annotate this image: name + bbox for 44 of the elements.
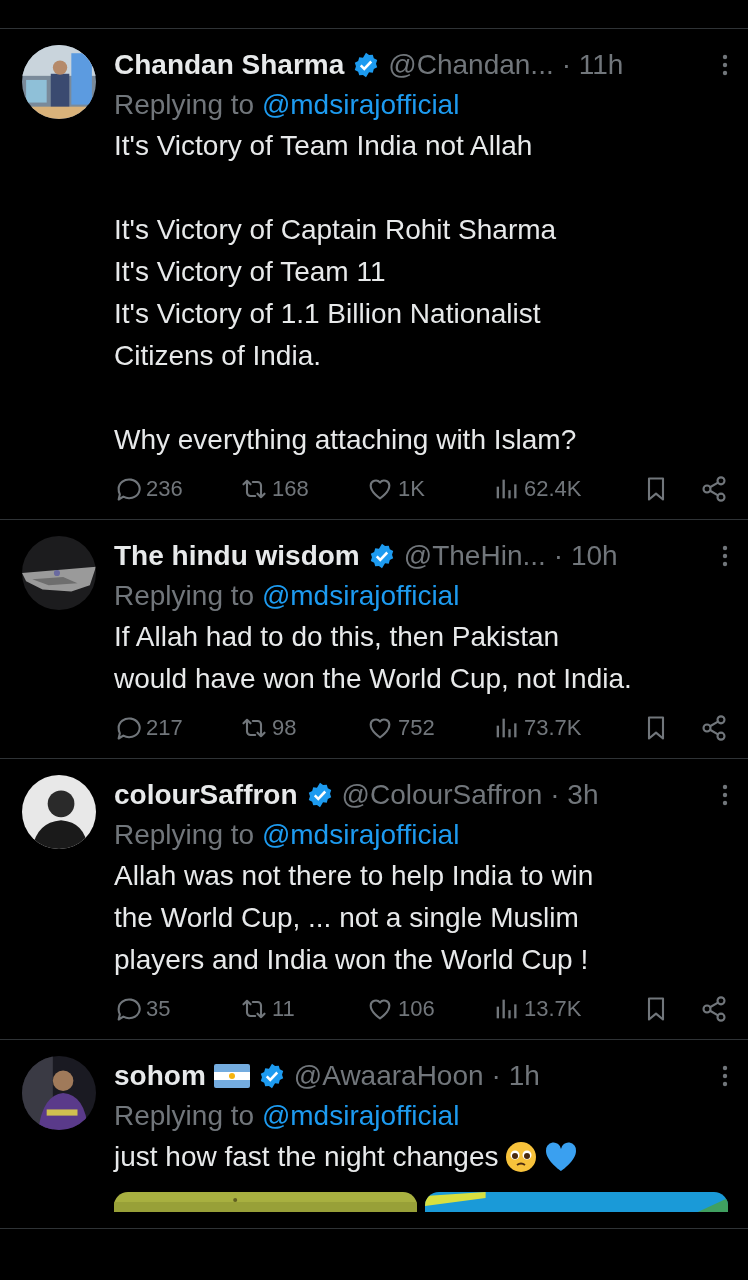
heart-icon: [544, 1140, 579, 1174]
timestamp: · 3h: [550, 779, 599, 811]
timestamp: · 1h: [491, 1060, 540, 1092]
user-handle[interactable]: @ColourSaffron: [341, 779, 543, 811]
mention-link[interactable]: @mdsirajofficial: [261, 89, 460, 120]
user-handle[interactable]: @Chandan...: [388, 49, 554, 81]
like-count: 1K: [398, 476, 425, 502]
reply-text: It's Victory of Team India not Allah It's Victory of Captain Rohit Sharma It's Victory of Team 11 It's Victory of 1.1 Billion Nationalist Citizens of India. Why everything attaching with Islam?: [114, 129, 577, 457]
share-icon[interactable]: [700, 714, 728, 742]
reply-text: Allah was not there to help India to win the World Cup, ... not a single Muslim players and India won the World Cup !: [114, 859, 594, 977]
like-count: 752: [398, 715, 435, 741]
mention-link[interactable]: @mdsirajofficial: [261, 580, 460, 611]
share-icon[interactable]: [700, 475, 728, 503]
reply-count: 35: [146, 996, 171, 1022]
timestamp: · 10h: [553, 540, 618, 572]
view-count: 13.7K: [524, 996, 582, 1022]
share-icon[interactable]: [700, 995, 728, 1023]
author-name[interactable]: Chandan Sharma: [114, 49, 345, 81]
view-count: 73.7K: [524, 715, 582, 741]
repost-count: 98: [272, 715, 297, 741]
mention-link[interactable]: @mdsirajofficial: [261, 819, 460, 850]
author-name[interactable]: sohom: [114, 1060, 206, 1092]
reply-count: 236: [146, 476, 183, 502]
author-name[interactable]: The hindu wisdom: [114, 540, 360, 572]
replying-label: Replying to: [114, 580, 255, 611]
more-options-icon[interactable]: [722, 1064, 728, 1088]
repost-count: 11: [272, 996, 295, 1022]
user-handle[interactable]: @TheHin...: [403, 540, 546, 572]
replying-label: Replying to: [114, 1100, 255, 1131]
more-options-icon[interactable]: [722, 783, 728, 807]
repost-count: 168: [272, 476, 309, 502]
user-handle[interactable]: @AwaaraHoon: [293, 1060, 484, 1092]
replying-label: Replying to: [114, 819, 255, 850]
like-count: 106: [398, 996, 435, 1022]
reply-count: 217: [146, 715, 183, 741]
more-options-icon[interactable]: [722, 544, 728, 568]
reply-text: just how fast the night changes: [114, 1140, 499, 1174]
timestamp: · 11h: [561, 49, 624, 81]
reply-text: If Allah had to do this, then Pakistan would have won the World Cup, not India.: [114, 620, 632, 696]
view-count: 62.4K: [524, 476, 582, 502]
more-options-icon[interactable]: [722, 53, 728, 77]
author-name[interactable]: colourSaffron: [114, 779, 298, 811]
replying-label: Replying to: [114, 89, 255, 120]
mention-link[interactable]: @mdsirajofficial: [261, 1100, 460, 1131]
